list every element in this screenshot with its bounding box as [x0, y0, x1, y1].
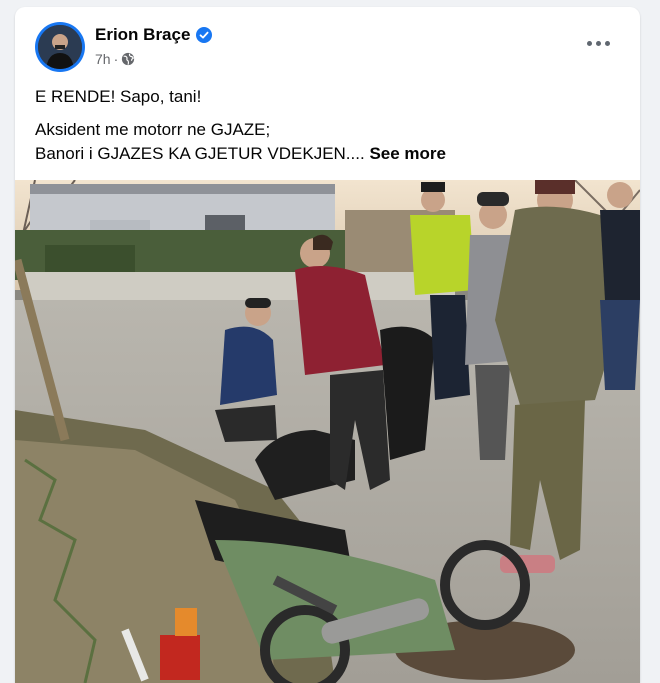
post-meta: 7h ·	[95, 51, 135, 67]
author-avatar[interactable]	[35, 22, 85, 72]
post-text-line: E RENDE! Sapo, tani!	[35, 87, 202, 106]
ellipsis-dot	[604, 40, 610, 46]
more-options-button[interactable]	[580, 29, 616, 57]
avatar-photo	[38, 25, 82, 69]
author-name-row: Erion Braçe	[95, 25, 213, 45]
see-more-link[interactable]: See more	[369, 144, 446, 163]
verified-badge-icon	[196, 27, 213, 43]
ellipsis-dot	[586, 40, 592, 46]
meta-separator: ·	[113, 51, 119, 67]
post-card: Erion Braçe 7h · E RENDE! Sapo, tani! Ak…	[15, 7, 640, 683]
post-photo[interactable]	[15, 180, 640, 683]
ellipsis-dot	[595, 40, 601, 46]
post-header: Erion Braçe 7h ·	[15, 7, 640, 85]
globe-icon	[122, 52, 135, 66]
post-text-line: Aksident me motorr ne GJAZE;	[35, 120, 271, 139]
author-name[interactable]: Erion Braçe	[95, 25, 190, 45]
post-text-line: Banori i GJAZES KA GJETUR VDEKJEN.... Se…	[35, 142, 446, 166]
post-timestamp[interactable]: 7h	[95, 51, 111, 67]
post-text-line-content: Banori i GJAZES KA GJETUR VDEKJEN....	[35, 144, 365, 163]
